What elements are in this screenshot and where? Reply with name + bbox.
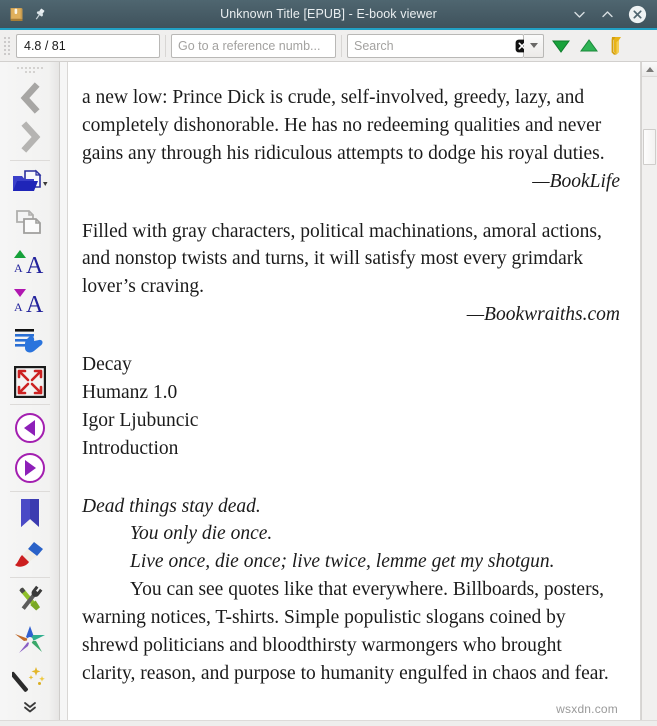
sidebar-item-copy[interactable]: [7, 204, 53, 244]
search-input[interactable]: [354, 38, 515, 53]
close-icon[interactable]: [628, 5, 647, 24]
reference-input[interactable]: [171, 33, 336, 58]
sidebar-item-open-book[interactable]: [7, 164, 53, 204]
svg-text:A: A: [14, 261, 23, 275]
sidebar-item-previous-page[interactable]: [7, 408, 53, 448]
book-icon[interactable]: [8, 6, 25, 23]
pin-icon[interactable]: [32, 7, 47, 22]
sidebar-item-next-page[interactable]: [7, 448, 53, 488]
toolbar-drag-handle[interactable]: [4, 35, 12, 57]
maximize-icon[interactable]: [600, 7, 615, 22]
watermark: wsxdn.com: [556, 702, 618, 716]
paragraph-book-title: Decay: [82, 354, 132, 375]
window-title: Unknown Title [EPUB] - E-book viewer: [220, 7, 437, 21]
svg-text:A: A: [14, 300, 23, 314]
sidebar-separator-2: [9, 404, 50, 406]
book-page[interactable]: a new low: Prince Dick is crude, self-in…: [67, 62, 641, 720]
paragraph-epigraph-2: You only die once.: [130, 523, 273, 545]
paragraph-quote2: Filled with gray characters, political m…: [82, 220, 602, 298]
sidebar-item-plugins[interactable]: [7, 620, 53, 660]
book-text-column: a new low: Prince Dick is crude, self-in…: [82, 84, 620, 688]
paragraph-attribution-bookwraiths: —Bookwraiths.com: [466, 304, 620, 326]
sidebar-drag-handle[interactable]: [16, 66, 43, 75]
paragraph-epigraph-1: Dead things stay dead.: [82, 495, 261, 517]
bookmark-icon[interactable]: [606, 35, 626, 57]
minimize-icon[interactable]: [572, 7, 587, 22]
titlebar: Unknown Title [EPUB] - E-book viewer: [0, 0, 657, 30]
sidebar-item-table-of-contents[interactable]: [7, 322, 53, 362]
main-toolbar: [0, 30, 657, 62]
paragraph-epigraph-3: Live once, die once; live twice, lemme g…: [130, 551, 555, 573]
sidebar-item-highlight[interactable]: [7, 534, 53, 574]
sidebar-item-back[interactable]: [7, 78, 53, 118]
vertical-scrollbar[interactable]: [641, 62, 657, 720]
sidebar-item-font-larger[interactable]: A A: [7, 243, 53, 283]
paragraph-series: Humanz 1.0: [82, 381, 178, 403]
scrollbar-track[interactable]: [642, 77, 657, 720]
sidebar-item-effects[interactable]: [7, 660, 53, 700]
sidebar-item-font-smaller[interactable]: A A: [7, 283, 53, 323]
bottom-strip: [0, 720, 657, 726]
find-previous-icon[interactable]: [578, 36, 600, 56]
toolbar-separator-2: [341, 34, 342, 57]
paragraph-attribution-booklife: —BookLife: [532, 170, 620, 192]
position-spinner[interactable]: [16, 33, 192, 58]
window-controls: [572, 5, 657, 24]
sidebar-separator-3: [9, 490, 50, 492]
svg-text:A: A: [26, 292, 44, 318]
scrollbar-thumb[interactable]: [643, 129, 656, 165]
sidebar-item-preferences[interactable]: [7, 581, 53, 621]
find-next-icon[interactable]: [550, 36, 572, 56]
paragraph-section: Introduction: [82, 437, 179, 459]
sidebar-item-fullscreen[interactable]: [7, 362, 53, 402]
sidebar-separator-4: [9, 576, 50, 578]
sidebar-separator-1: [9, 160, 50, 162]
position-input[interactable]: [17, 34, 185, 57]
tool-sidebar: A A A A: [0, 62, 60, 720]
svg-text:A: A: [26, 253, 44, 279]
page-area: a new low: Prince Dick is crude, self-in…: [60, 62, 657, 720]
scroll-up-button[interactable]: [642, 62, 657, 77]
search-field[interactable]: [347, 33, 529, 58]
paragraph-quote1: a new low: Prince Dick is crude, self-in…: [82, 87, 605, 164]
ebook-viewer-window: Unknown Title [EPUB] - E-book viewer 4.8…: [0, 0, 657, 726]
sidebar-item-forward[interactable]: [7, 117, 53, 157]
paragraph-author: Igor Ljubuncic: [82, 409, 199, 431]
sidebar-item-bookmarks[interactable]: [7, 494, 53, 534]
search-history-dropdown[interactable]: [524, 33, 544, 58]
toolbar-separator-1: [165, 34, 166, 57]
sidebar-overflow-icon[interactable]: [15, 699, 45, 717]
paragraph-body-1: You can see quotes like that everywhere.…: [82, 579, 609, 684]
titlebar-left-icons: [0, 6, 47, 23]
viewer-body: A A A A a new low: Prince Dick is crude,…: [0, 62, 657, 720]
